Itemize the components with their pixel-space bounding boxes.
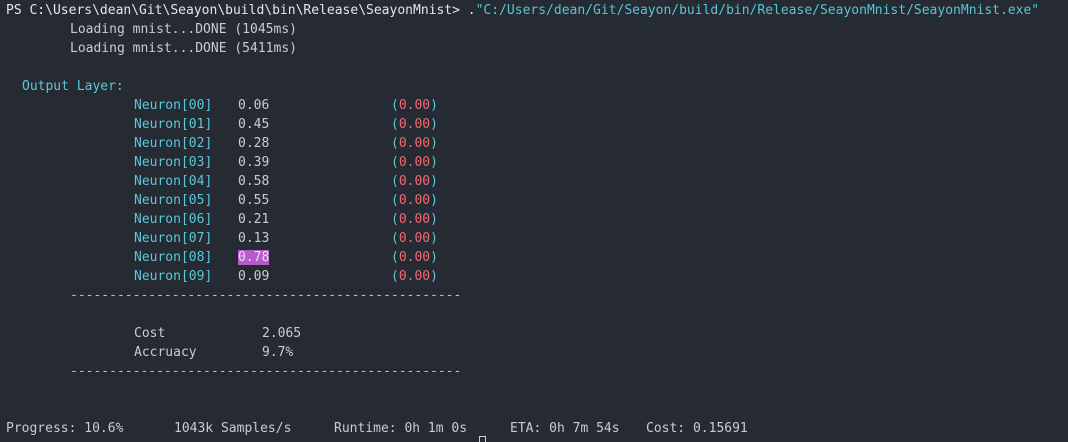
accuracy-value: 9.7% (262, 345, 294, 360)
target-value: 0.00 (398, 250, 431, 265)
text-cursor[interactable] (479, 436, 486, 442)
neuron-label: Neuron[07] (134, 231, 213, 246)
target-value: 0.00 (398, 117, 431, 132)
neuron-value: 0.06 (238, 96, 269, 115)
command-path: "C:/Users/dean/Git/Seayon/build/bin/Rele… (475, 3, 1040, 18)
terminal-window[interactable]: PS C:\Users\dean\Git\Seayon\build\bin\Re… (0, 0, 1068, 442)
paren-open: ( (391, 250, 399, 265)
cost-label: Cost (134, 326, 166, 341)
neuron-value: 0.13 (238, 229, 269, 248)
neuron-target: (0.00) (391, 134, 438, 153)
paren-close: ) (430, 136, 438, 151)
paren-close: ) (430, 231, 438, 246)
paren-close: ) (430, 174, 438, 189)
command-dot: . (467, 3, 476, 18)
neuron-label: Neuron[03] (134, 155, 213, 170)
neuron-value: 0.28 (238, 134, 269, 153)
target-value: 0.00 (398, 231, 431, 246)
paren-open: ( (391, 231, 399, 246)
paren-close: ) (430, 98, 438, 113)
neuron-target: (0.00) (391, 248, 438, 267)
neuron-value-text: 0.58 (238, 174, 270, 189)
paren-close: ) (430, 117, 438, 132)
prompt-prefix: PS C:\Users\dean\Git\Seayon\build\bin\Re… (6, 3, 468, 18)
neuron-target: (0.00) (391, 96, 438, 115)
status-eta: ETA: 0h 7m 54s (510, 421, 620, 436)
paren-open: ( (391, 193, 399, 208)
paren-close: ) (430, 250, 438, 265)
divider-bottom: ----------------------------------------… (70, 364, 462, 379)
status-samples: 1043k Samples/s (174, 421, 292, 436)
neuron-target: (0.00) (391, 115, 438, 134)
neuron-label: Neuron[01] (134, 117, 213, 132)
paren-open: ( (391, 155, 399, 170)
divider-top: ----------------------------------------… (70, 288, 462, 303)
neuron-value: 0.09 (238, 267, 269, 286)
neuron-value: 0.39 (238, 153, 269, 172)
accuracy-label: Accruacy (134, 345, 197, 360)
paren-open: ( (391, 98, 399, 113)
target-value: 0.00 (398, 212, 431, 227)
neuron-value: 0.78 (238, 248, 270, 267)
paren-open: ( (391, 174, 399, 189)
target-value: 0.00 (398, 136, 431, 151)
paren-close: ) (430, 193, 438, 208)
status-progress: Progress: 10.6% (6, 421, 124, 436)
target-value: 0.00 (398, 269, 431, 284)
neuron-target: (0.00) (391, 191, 438, 210)
neuron-label: Neuron[00] (134, 98, 213, 113)
paren-close: ) (430, 212, 438, 227)
neuron-value-highlighted: 0.78 (238, 250, 270, 265)
neuron-label: Neuron[02] (134, 136, 213, 151)
neuron-value-text: 0.28 (238, 136, 270, 151)
target-value: 0.00 (398, 98, 431, 113)
neuron-label: Neuron[04] (134, 174, 213, 189)
paren-open: ( (391, 136, 399, 151)
neuron-target: (0.00) (391, 210, 438, 229)
neuron-value-text: 0.13 (238, 231, 270, 246)
paren-close: ) (430, 155, 438, 170)
target-value: 0.00 (398, 193, 431, 208)
neuron-value-text: 0.21 (238, 212, 270, 227)
neuron-label: Neuron[08] (134, 250, 213, 265)
neuron-value-text: 0.45 (238, 117, 270, 132)
neuron-label: Neuron[05] (134, 193, 213, 208)
paren-close: ) (430, 269, 438, 284)
neuron-value: 0.55 (238, 191, 269, 210)
status-runtime: Runtime: 0h 1m 0s (334, 421, 468, 436)
target-value: 0.00 (398, 174, 431, 189)
paren-open: ( (391, 212, 399, 227)
prompt-line: PS C:\Users\dean\Git\Seayon\build\bin\Re… (6, 1, 1039, 20)
neuron-target: (0.00) (391, 229, 438, 248)
paren-open: ( (391, 269, 399, 284)
neuron-value-text: 0.06 (238, 98, 270, 113)
neuron-label: Neuron[06] (134, 212, 213, 227)
neuron-target: (0.00) (391, 153, 438, 172)
neuron-value-text: 0.39 (238, 155, 270, 170)
neuron-target: (0.00) (391, 172, 438, 191)
neuron-value-text: 0.55 (238, 193, 270, 208)
neuron-value: 0.58 (238, 172, 269, 191)
status-cost: Cost: 0.15691 (646, 421, 748, 436)
neuron-value-text: 0.09 (238, 269, 270, 284)
neuron-value: 0.21 (238, 210, 269, 229)
output-layer-heading: Output Layer: (22, 79, 124, 94)
target-value: 0.00 (398, 155, 431, 170)
cost-value: 2.065 (262, 326, 302, 341)
neuron-value: 0.45 (238, 115, 269, 134)
neuron-target: (0.00) (391, 267, 438, 286)
loading-line-1: Loading mnist...DONE (1045ms) (70, 22, 297, 37)
loading-line-2: Loading mnist...DONE (5411ms) (70, 41, 297, 56)
neuron-label: Neuron[09] (134, 269, 213, 284)
paren-open: ( (391, 117, 399, 132)
